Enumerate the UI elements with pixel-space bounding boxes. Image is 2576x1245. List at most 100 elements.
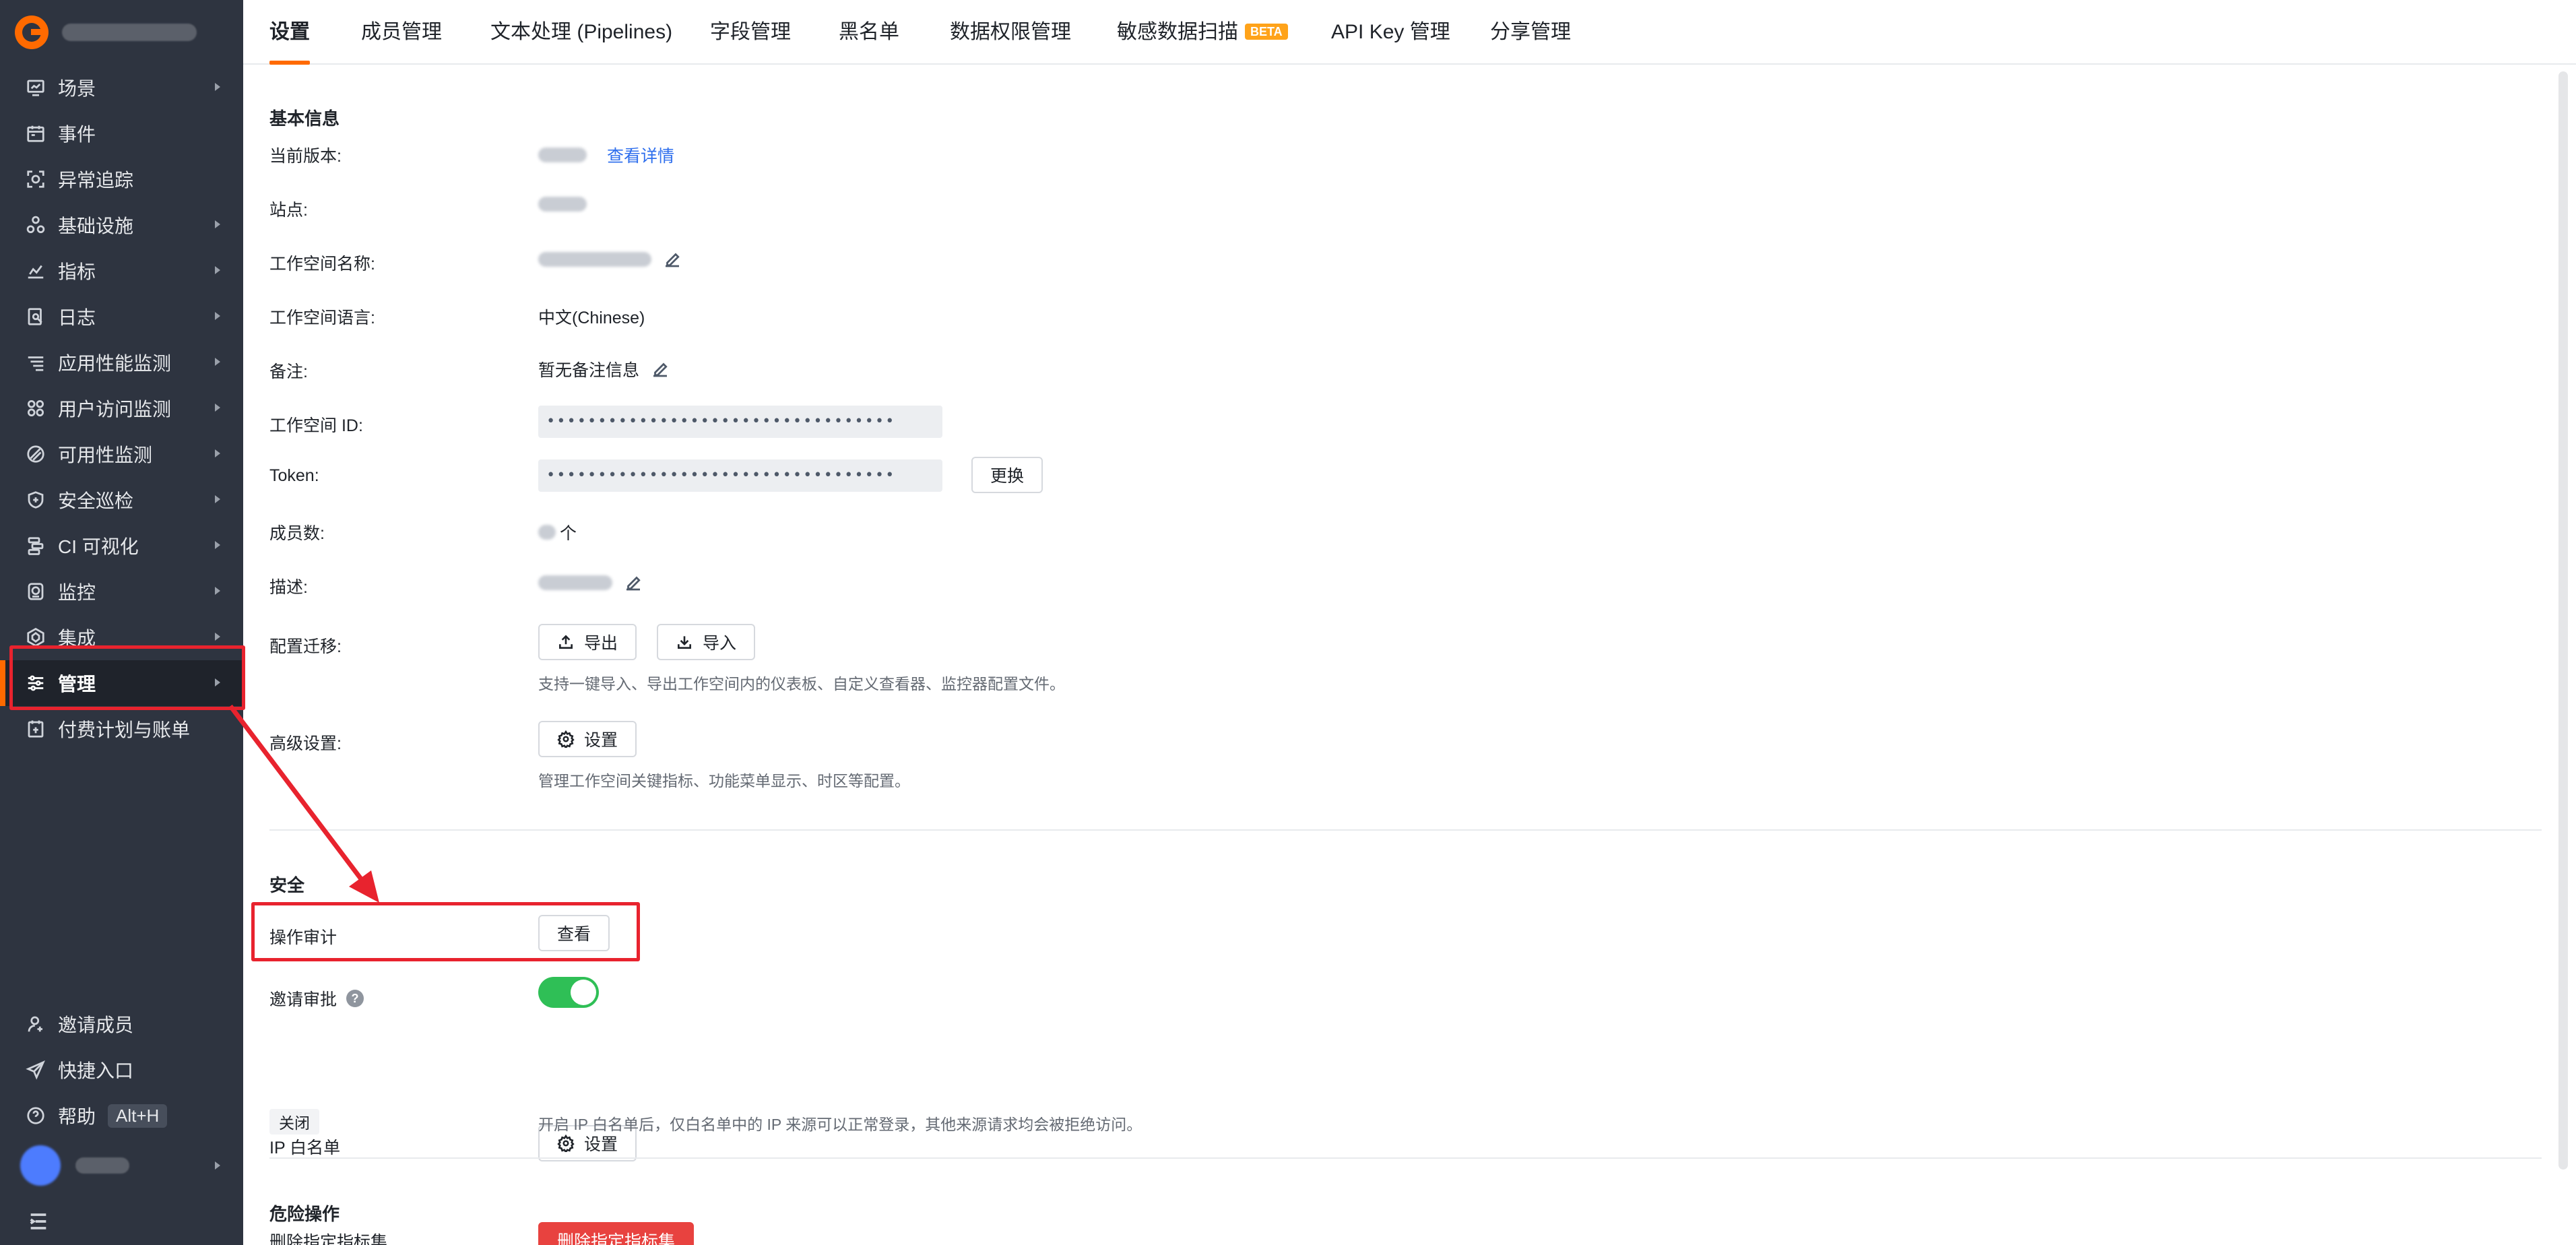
workspace-id-value: •••••••••••••••••••••••••••••••••• [538, 406, 942, 438]
advanced-settings-button[interactable]: 设置 [538, 721, 637, 757]
version-blurred [538, 148, 587, 162]
question-icon[interactable]: ? [346, 990, 364, 1007]
invite-approval-text: 邀请审批 [269, 990, 337, 1009]
export-button[interactable]: 导出 [538, 624, 637, 660]
tab-label: API Key 管理 [1331, 21, 1450, 43]
workspace-language-value: 中文(Chinese) [538, 309, 645, 327]
sidebar-item-label: 指标 [58, 261, 96, 282]
sidebar-item-shortcut[interactable]: 快捷入口 [0, 1047, 243, 1093]
invite-approval-label: 邀请审批 ? [269, 986, 364, 1011]
sidebar-item-label: 异常追踪 [58, 170, 134, 191]
member-count-unit: 个 [560, 524, 577, 543]
section-title-danger: 危险操作 [269, 1204, 340, 1224]
tab-data-permission[interactable]: 数据权限管理 [950, 0, 1071, 65]
sidebar-item-event[interactable]: 事件 [0, 110, 243, 156]
tab-label: 数据权限管理 [950, 21, 1071, 43]
chevron-right-icon [215, 587, 220, 595]
help-label: 帮助 [58, 1106, 96, 1127]
log-icon [24, 305, 47, 328]
sidebar-item-availability[interactable]: 可用性监测 [0, 431, 243, 477]
tab-label: 黑名单 [839, 21, 899, 43]
version-label: 当前版本: [269, 147, 342, 166]
sidebar-item-label: 基础设施 [58, 216, 134, 236]
sidebar-item-exception-tracking[interactable]: 异常追踪 [0, 156, 243, 202]
sidebar-item-label: 可用性监测 [58, 445, 153, 466]
tab-api-key-management[interactable]: API Key 管理 [1331, 0, 1450, 65]
tab-field-management[interactable]: 字段管理 [710, 0, 791, 65]
description-value [538, 573, 643, 593]
chevron-right-icon [215, 358, 220, 366]
gear-icon [557, 730, 575, 748]
chevron-right-icon [215, 312, 220, 320]
user-name-blurred [75, 1157, 129, 1174]
infrastructure-icon [24, 214, 47, 236]
workspace-switcher[interactable] [0, 0, 243, 65]
sidebar-item-apm[interactable]: 应用性能监测 [0, 340, 243, 385]
description-blurred [538, 575, 612, 590]
chevron-right-icon [215, 633, 220, 641]
remark-value: 暂无备注信息 [538, 357, 670, 381]
settings-content: 基本信息 当前版本: 查看详情 站点: 工作空间名称: 工作空间语言: 中文(C… [243, 66, 2576, 1245]
sidebar-item-ci[interactable]: CI 可视化 [0, 523, 243, 569]
scrollbar[interactable] [2558, 71, 2568, 1170]
user-add-icon [24, 1013, 47, 1035]
sidebar-item-label: 用户访问监测 [58, 399, 172, 420]
chevron-right-icon [215, 404, 220, 412]
change-token-button[interactable]: 更换 [971, 457, 1043, 493]
sidebar-item-help[interactable]: 帮助 Alt+H [0, 1093, 243, 1139]
tab-pipelines[interactable]: 文本处理 (Pipelines) [490, 0, 672, 65]
view-details-link[interactable]: 查看详情 [607, 143, 674, 167]
tab-settings[interactable]: 设置 [269, 0, 310, 65]
event-icon [24, 122, 47, 145]
chevron-right-icon [215, 449, 220, 457]
collapse-sidebar-icon[interactable] [27, 1210, 50, 1233]
edit-pencil-icon[interactable] [650, 359, 670, 379]
sidebar-item-monitor[interactable]: 监控 [0, 569, 243, 614]
chevron-right-icon [215, 541, 220, 549]
sidebar-item-label: 安全巡检 [58, 490, 134, 511]
sidebar-item-infrastructure[interactable]: 基础设施 [0, 202, 243, 248]
member-count-label: 成员数: [269, 524, 325, 543]
remark-text: 暂无备注信息 [538, 361, 640, 380]
sidebar-item-security-check[interactable]: 安全巡检 [0, 477, 243, 523]
advanced-settings-label: 高级设置: [269, 734, 342, 753]
sidebar-item-invite-member[interactable]: 邀请成员 [0, 1001, 243, 1047]
invite-approval-toggle[interactable] [538, 977, 599, 1008]
tab-blacklist[interactable]: 黑名单 [839, 0, 899, 65]
delete-measurement-button[interactable]: 删除指定指标集 [538, 1222, 695, 1245]
gear-icon [557, 1135, 575, 1152]
send-icon [24, 1058, 47, 1081]
sidebar-item-label: 日志 [58, 307, 96, 328]
security-check-icon [24, 488, 47, 511]
sidebar-item-metrics[interactable]: 指标 [0, 248, 243, 294]
sidebar-item-label: 付费计划与账单 [58, 720, 191, 740]
button-label: 导出 [584, 634, 618, 653]
site-value [538, 197, 587, 212]
sidebar-item-label: 监控 [58, 582, 96, 603]
delete-measurement-label: 删除指定指标集 [269, 1233, 388, 1245]
sidebar-item-log[interactable]: 日志 [0, 294, 243, 340]
site-label: 站点: [269, 201, 308, 220]
beta-badge: BETA [1245, 24, 1288, 40]
tab-sensitive-data-scan[interactable]: 敏感数据扫描 BETA [1117, 0, 1288, 65]
chevron-right-icon [215, 83, 220, 91]
user-profile[interactable] [0, 1139, 243, 1192]
sidebar-bottom: 邀请成员 快捷入口 帮助 Alt+H [0, 1001, 243, 1192]
invite-member-label: 邀请成员 [58, 1015, 134, 1035]
sidebar-item-rum[interactable]: 用户访问监测 [0, 385, 243, 431]
import-button[interactable]: 导入 [657, 624, 756, 660]
sidebar-item-scene[interactable]: 场景 [0, 65, 243, 110]
button-label: 设置 [584, 731, 618, 750]
remark-label: 备注: [269, 362, 308, 381]
edit-pencil-icon[interactable] [623, 573, 643, 593]
apm-icon [24, 351, 47, 374]
sidebar-item-billing[interactable]: 付费计划与账单 [0, 706, 243, 752]
ip-whitelist-label: IP 白名单 [269, 1139, 341, 1157]
annotation-highlight-management [9, 645, 245, 710]
tab-label: 设置 [269, 21, 310, 43]
edit-pencil-icon[interactable] [662, 249, 682, 269]
tab-member-management[interactable]: 成员管理 [361, 0, 442, 65]
tab-share-management[interactable]: 分享管理 [1490, 0, 1571, 65]
scene-icon [24, 76, 47, 99]
chevron-right-icon [215, 1161, 220, 1170]
